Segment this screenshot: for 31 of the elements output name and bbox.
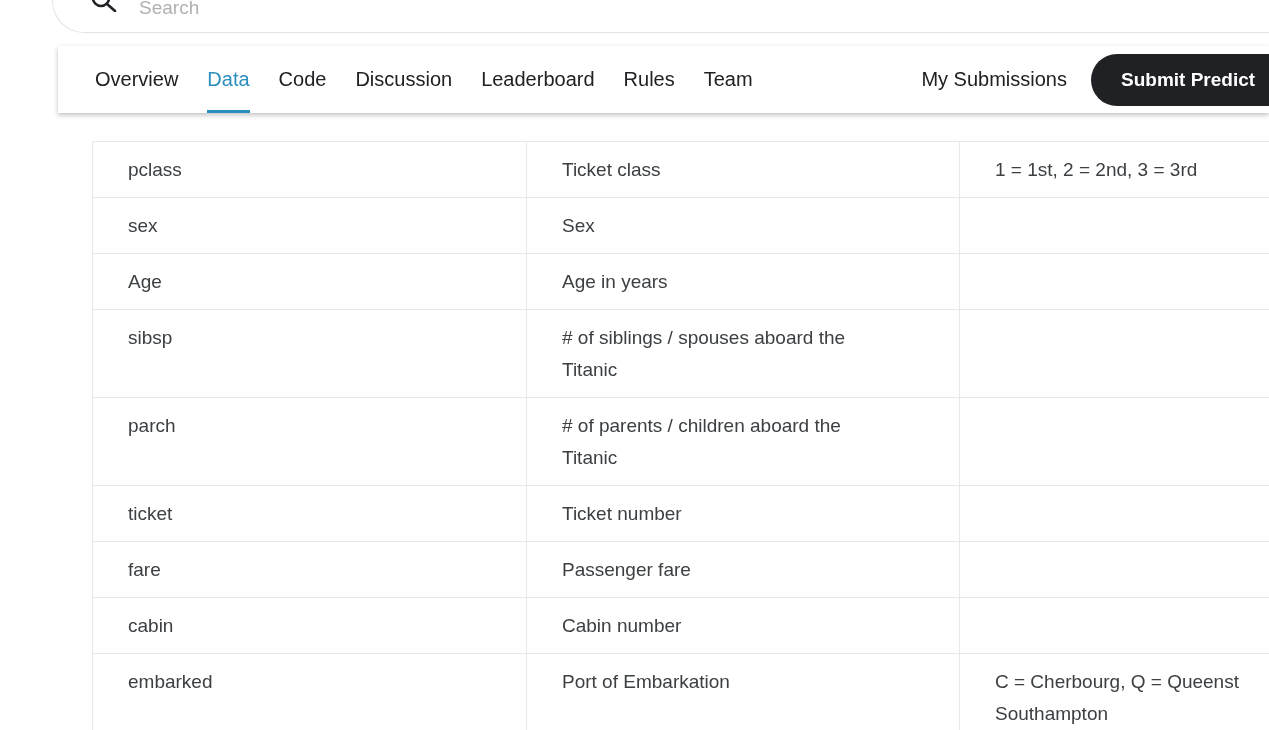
- tab[interactable]: Team: [703, 46, 753, 113]
- tab[interactable]: Rules: [623, 46, 675, 113]
- table-cell-text: ticket: [127, 502, 174, 526]
- table-cell-text: sibsp: [127, 326, 174, 350]
- tab[interactable]: Data: [207, 46, 250, 113]
- tab[interactable]: Leaderboard: [481, 46, 595, 113]
- table-cell: # of siblings / spouses aboard the Titanic: [526, 310, 959, 397]
- table-cell: Port of Embarkation: [526, 654, 959, 730]
- table-cell-text: sex: [127, 214, 159, 238]
- table-cell-text: embarked: [127, 670, 214, 694]
- table-cell-text: parch: [127, 414, 177, 438]
- table-cell-text: Age: [127, 270, 163, 294]
- table-cell: Age in years: [526, 254, 959, 309]
- table-cell-text: pclass: [127, 158, 183, 182]
- tab[interactable]: Overview: [95, 46, 179, 113]
- table-cell: Sex: [526, 198, 959, 253]
- table-cell: C = Cherbourg, Q = Queenst Southampton: [959, 654, 1269, 730]
- table-cell-text: fare: [127, 558, 162, 582]
- my-submissions-link[interactable]: My Submissions: [921, 46, 1067, 113]
- table-cell: Ticket number: [526, 486, 959, 541]
- search-field[interactable]: Search: [139, 0, 439, 19]
- table-cell: Passenger fare: [526, 542, 959, 597]
- search-icon: [91, 0, 117, 12]
- table-cell: # of parents / children aboard the Titanic: [526, 398, 959, 485]
- table-cell: 1 = 1st, 2 = 2nd, 3 = 3rd: [959, 142, 1269, 197]
- submit-button[interactable]: Submit Predict: [1091, 53, 1269, 106]
- tab[interactable]: Code: [278, 46, 327, 113]
- tab[interactable]: Discussion: [355, 46, 453, 113]
- table-cell-text: cabin: [127, 614, 175, 638]
- table-cell: Ticket class: [526, 142, 959, 197]
- table-cell: Cabin number: [526, 598, 959, 653]
